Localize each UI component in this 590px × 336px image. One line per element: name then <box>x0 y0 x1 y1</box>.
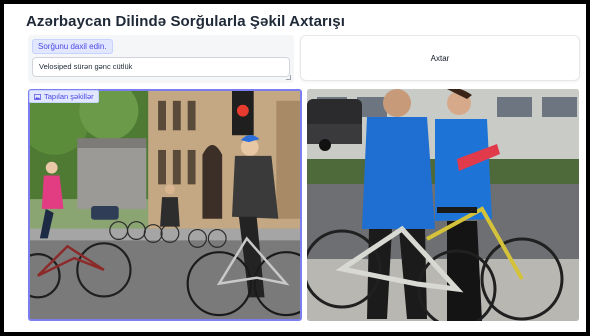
gallery-label: Tapılan şəkillər <box>29 90 99 103</box>
search-button[interactable]: Axtar <box>300 35 580 81</box>
app-window: Azərbaycan Dilində Sorğularla Şəkil Axta… <box>4 4 586 332</box>
query-block: Sorğunu daxil edin. Velosiped sürən gənc… <box>28 35 294 83</box>
results-gallery: Tapılan şəkillər <box>28 89 580 325</box>
query-label: Sorğunu daxil edin. <box>32 39 113 54</box>
cyclists-street-photo <box>30 91 300 319</box>
couple-bikes-photo <box>307 89 579 321</box>
query-input[interactable]: Velosiped sürən gənc cütlük <box>32 57 290 77</box>
image-gallery-icon <box>34 93 41 100</box>
result-image-1[interactable] <box>28 89 302 321</box>
resize-handle-icon[interactable] <box>286 75 291 80</box>
result-image-2[interactable] <box>307 89 579 321</box>
gallery-label-text: Tapılan şəkillər <box>44 92 94 101</box>
page-title: Azərbaycan Dilində Sorğularla Şəkil Axta… <box>26 13 345 30</box>
